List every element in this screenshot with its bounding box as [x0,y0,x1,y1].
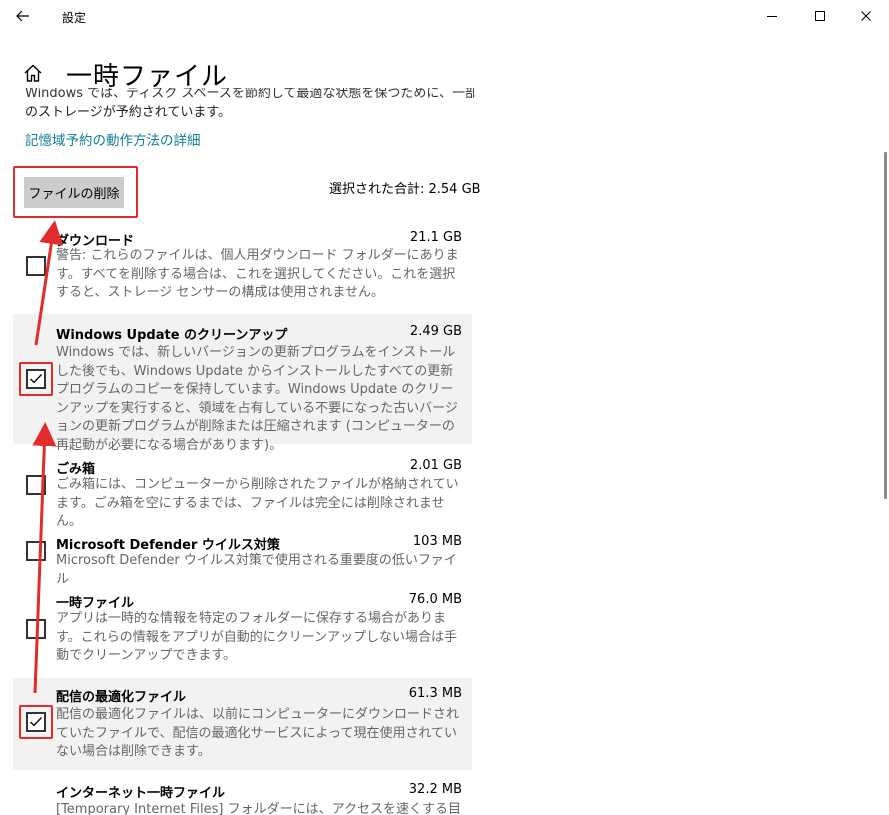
item-checkbox[interactable] [26,475,46,495]
minimize-button[interactable] [757,4,787,28]
item-name: ごみ箱 [56,462,96,477]
list-item: インターネット一時ファイル 32.2 MB [Temporary Interne… [13,776,472,815]
item-name: Microsoft Defender ウイルス対策 [56,538,280,553]
item-name: 一時ファイル [56,596,135,611]
learn-more-link[interactable]: 記憶域予約の動作方法の詳細 [25,129,201,149]
item-size: 32.2 MB [408,782,462,797]
item-description: ごみ箱には、コンピューターから削除されたファイルが格納されています。ごみ箱を空に… [56,477,459,529]
intro-text-clipped: Windows では、ディスク スペースを節約して最適な状態を保つために、一部 [25,88,475,98]
item-name: 配信の最適化ファイル [56,690,187,705]
item-description: アプリは一時的な情報を特定のフォルダーに保存する場合があります。これらの情報をア… [56,611,458,663]
item-checkbox[interactable] [26,541,46,561]
item-description: 警告: これらのファイルは、個人用ダウンロード フォルダーにあります。すべてを削… [56,248,459,300]
list-item: Windows Update のクリーンアップ 2.49 GB Windows … [13,314,472,453]
item-size: 2.01 GB [409,458,462,473]
back-arrow-icon [16,10,29,22]
list-item: Microsoft Defender ウイルス対策 103 MB Microso… [13,530,472,587]
item-size: 21.1 GB [409,230,462,245]
item-description: 配信の最適化ファイルは、以前にコンピューターにダウンロードされていたファイルで、… [56,707,460,759]
title-bar: 設定 [0,0,889,32]
item-size: 103 MB [412,534,462,549]
checkmark-icon [30,374,42,384]
maximize-button[interactable] [805,4,835,28]
back-button[interactable] [12,6,34,26]
item-name: インターネット一時ファイル [56,786,226,801]
item-size: 2.49 GB [409,324,462,339]
window-title: 設定 [62,11,87,25]
intro-text: のストレージが予約されています。 [25,105,232,120]
intro-text-partial: Windows では、ディスク スペースを節約して最適な状態を保つために、一部 [25,88,475,98]
home-icon [24,64,42,82]
scrollbar-thumb[interactable] [884,152,887,499]
list-item: ごみ箱 2.01 GB ごみ箱には、コンピューターから削除されたファイルが格納さ… [13,450,472,530]
home-button[interactable] [22,62,44,84]
item-checkbox[interactable] [26,256,46,276]
close-icon [861,11,871,21]
maximize-icon [815,11,825,21]
minimize-icon [767,16,777,17]
item-size: 76.0 MB [408,592,462,607]
close-button[interactable] [851,4,881,28]
item-description: Microsoft Defender ウイルス対策で使用される重要度の低いファイ… [56,553,457,587]
item-description: [Temporary Internet Files] フォルダーには、アクセスを… [56,802,461,815]
item-checkbox[interactable] [26,369,46,389]
item-checkbox[interactable] [26,619,46,639]
item-size: 61.3 MB [408,686,462,701]
delete-files-button[interactable]: ファイルの削除 [24,177,124,208]
checkmark-icon [30,717,42,727]
item-name: Windows Update のクリーンアップ [56,328,288,343]
list-item: ダウンロード 21.1 GB 警告: これらのファイルは、個人用ダウンロード フ… [13,226,472,314]
item-description: Windows では、新しいバージョンの更新プログラムをインストールした後でも、… [56,345,458,453]
list-item: 配信の最適化ファイル 61.3 MB 配信の最適化ファイルは、以前にコンピュータ… [13,678,472,770]
selected-total-label: 選択された合計: 2.54 GB [329,182,481,197]
item-checkbox[interactable] [26,712,46,732]
list-item: 一時ファイル 76.0 MB アプリは一時的な情報を特定のフォルダーに保存する場… [13,586,472,676]
